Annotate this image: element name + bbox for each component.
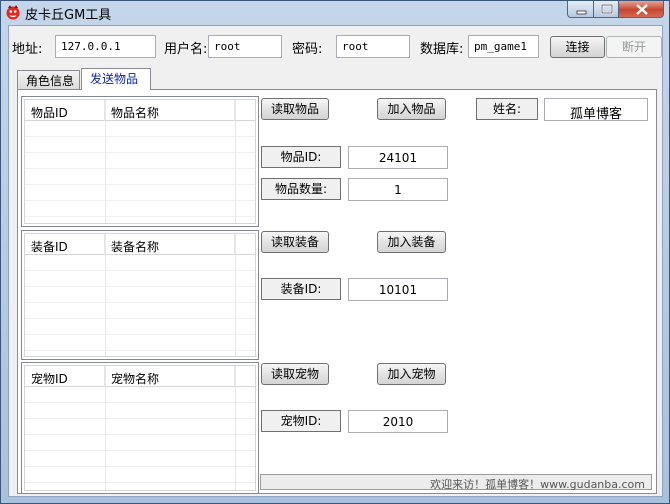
add-pet-button[interactable]: 加入宠物: [377, 363, 446, 385]
add-item-button[interactable]: 加入物品: [377, 98, 446, 120]
address-input[interactable]: 127.0.0.1: [55, 35, 156, 58]
read-equipment-button[interactable]: 读取装备: [261, 231, 329, 253]
name-input[interactable]: 孤单博客: [544, 98, 648, 122]
name-label: 姓名:: [476, 98, 538, 120]
tab-send-items[interactable]: 发送物品: [81, 68, 151, 90]
window-title: 皮卡丘GM工具: [25, 8, 112, 23]
pets-col-name[interactable]: 宠物名称: [105, 366, 235, 387]
item-quantity-label: 物品数量:: [261, 178, 341, 200]
user-input[interactable]: root: [208, 35, 282, 58]
items-col-id[interactable]: 物品ID: [25, 100, 105, 121]
read-pets-button[interactable]: 读取宠物: [261, 363, 329, 385]
pets-col-id[interactable]: 宠物ID: [25, 366, 105, 387]
equipment-id-input[interactable]: 10101: [348, 278, 448, 301]
minimize-icon: [576, 10, 587, 15]
equipment-col-id[interactable]: 装备ID: [25, 234, 105, 255]
database-input[interactable]: pm_game1: [468, 35, 539, 58]
client-area: 地址: 127.0.0.1 用户名: root 密码: root 数据库: pm…: [8, 25, 663, 497]
item-id-input[interactable]: 24101: [348, 146, 448, 169]
pets-grid-header: 宠物ID 宠物名称: [25, 366, 255, 387]
add-equipment-button[interactable]: 加入装备: [377, 231, 446, 253]
password-input[interactable]: root: [336, 35, 410, 58]
items-col-name[interactable]: 物品名称: [105, 100, 235, 121]
items-grid-header: 物品ID 物品名称: [25, 100, 255, 121]
maximize-icon: [600, 3, 614, 15]
main-window: 皮卡丘GM工具 地址: 127.0.0.1 用户名: root 密码: root…: [0, 0, 670, 504]
item-quantity-input[interactable]: 1: [348, 178, 448, 201]
equipment-id-label: 装备ID:: [261, 278, 341, 300]
pikachu-app-icon: [6, 5, 20, 20]
tab-character-info[interactable]: 角色信息: [17, 70, 80, 89]
close-button[interactable]: [618, 1, 664, 18]
close-icon: [636, 4, 648, 15]
title-bar[interactable]: 皮卡丘GM工具: [1, 1, 669, 25]
disconnect-button[interactable]: 断开: [606, 36, 662, 58]
user-label: 用户名:: [164, 42, 208, 57]
read-items-button[interactable]: 读取物品: [261, 98, 329, 120]
equipment-grid[interactable]: 装备ID 装备名称: [21, 230, 259, 360]
pet-id-label: 宠物ID:: [261, 410, 341, 432]
address-label: 地址:: [12, 42, 43, 57]
pet-id-input[interactable]: 2010: [348, 410, 448, 433]
connect-button[interactable]: 连接: [550, 36, 605, 58]
password-label: 密码:: [292, 42, 323, 57]
database-label: 数据库:: [420, 42, 464, 57]
equipment-col-name[interactable]: 装备名称: [105, 234, 235, 255]
minimize-button[interactable]: [567, 1, 594, 18]
status-bar: 欢迎来访！孤单博客！www.gudanba.com: [260, 474, 652, 491]
item-id-label: 物品ID:: [261, 146, 341, 168]
maximize-button[interactable]: [593, 1, 619, 18]
pets-grid[interactable]: 宠物ID 宠物名称: [21, 362, 259, 494]
equipment-grid-header: 装备ID 装备名称: [25, 234, 255, 255]
items-grid[interactable]: 物品ID 物品名称: [21, 96, 259, 227]
